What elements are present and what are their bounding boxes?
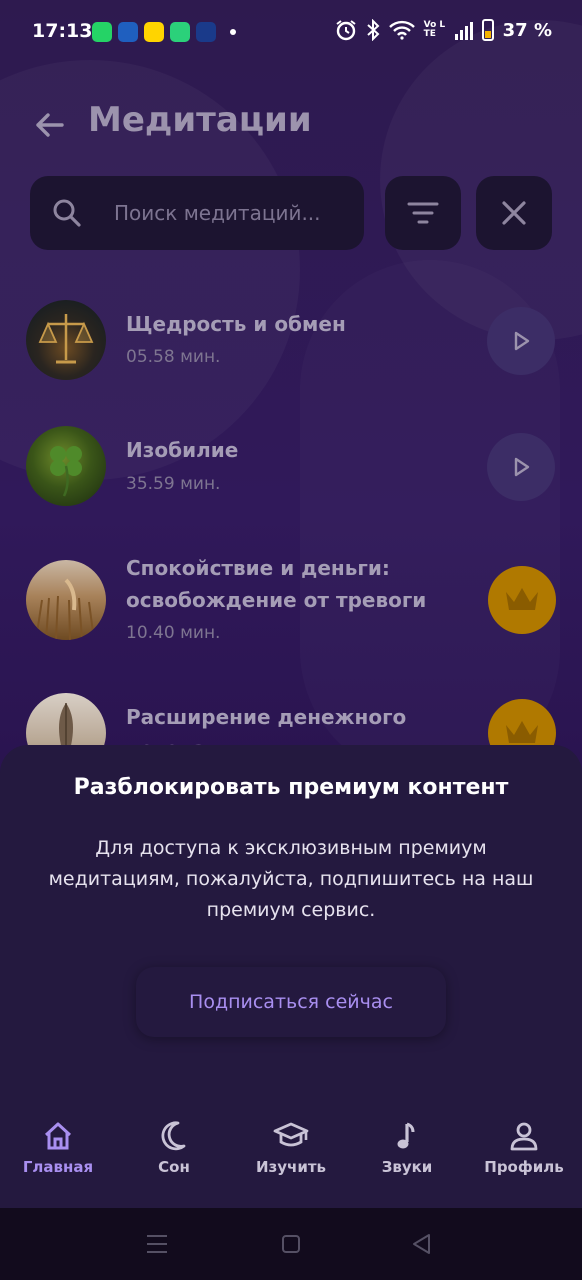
nav-label: Изучить: [255, 1158, 327, 1176]
nav-label: Сон: [158, 1158, 190, 1176]
more-notifications-icon: [230, 29, 236, 35]
premium-sheet-title: Разблокировать премиум контент: [73, 775, 509, 800]
crown-icon: [506, 588, 538, 610]
nav-item-profile[interactable]: Профиль: [469, 1120, 579, 1176]
home-square-icon[interactable]: [281, 1234, 301, 1254]
play-icon: [514, 331, 530, 351]
meditation-title: Изобилие: [126, 438, 239, 462]
premium-badge[interactable]: [488, 566, 556, 634]
clear-search-button[interactable]: [476, 176, 552, 250]
back-triangle-icon[interactable]: [411, 1233, 431, 1255]
menu-icon[interactable]: [146, 1234, 168, 1254]
music-note-icon: [397, 1122, 415, 1149]
scales-image: [38, 314, 94, 364]
meditation-thumbnail: [26, 300, 106, 380]
notification-icons: [92, 22, 236, 42]
meditation-duration: 05.58 мин.: [126, 347, 221, 367]
clover-image: [50, 446, 82, 497]
search-box[interactable]: [30, 176, 364, 250]
user-icon: [510, 1122, 538, 1151]
signal-icon: [454, 20, 473, 40]
whatsapp-icon: [92, 22, 112, 42]
graduation-cap-icon: [273, 1122, 309, 1147]
nav-item-sleep[interactable]: Сон: [119, 1120, 229, 1176]
meditation-duration: 10.40 мин.: [126, 623, 221, 643]
moon-icon: [161, 1121, 186, 1151]
app-notification-icon: [144, 22, 164, 42]
system-navigation-bar: [0, 1208, 582, 1280]
arrow-left-icon: [36, 113, 64, 137]
wifi-icon: [388, 20, 415, 40]
alarm-icon: [336, 20, 356, 41]
meditation-duration: 35.59 мин.: [126, 474, 221, 494]
status-bar: 17:13 Vo LTE 37 %: [0, 0, 582, 64]
premium-sheet-text: Для доступа к эксклюзивным премиум медит…: [48, 837, 534, 921]
subscribe-button[interactable]: Подписаться сейчас: [136, 967, 446, 1037]
app-notification-icon: [118, 22, 138, 42]
volte-indicator: Vo LTE: [423, 20, 446, 39]
nav-label: Главная: [22, 1158, 94, 1176]
crown-icon: [506, 721, 538, 743]
close-icon: [502, 201, 526, 225]
bluetooth-icon: [366, 19, 380, 41]
app-notification-icon: [196, 22, 216, 42]
filter-icon: [407, 202, 439, 224]
nav-label: Профиль: [484, 1158, 564, 1176]
nav-item-learn[interactable]: Изучить: [236, 1120, 346, 1176]
meditation-title: Спокойствие и деньги: освобождение от тр…: [126, 556, 427, 612]
play-icon: [514, 457, 530, 477]
meditation-thumbnail: [26, 426, 106, 506]
play-button[interactable]: [487, 433, 555, 501]
status-time: 17:13: [32, 20, 93, 42]
play-button[interactable]: [487, 307, 555, 375]
home-icon: [44, 1122, 72, 1150]
status-right: Vo LTE 37 %: [335, 19, 552, 41]
nav-item-sounds[interactable]: Звуки: [352, 1120, 462, 1176]
back-button[interactable]: [30, 105, 70, 145]
nav-item-home[interactable]: Главная: [3, 1120, 113, 1176]
wheat-field-image: [35, 578, 95, 640]
meditation-thumbnail: [26, 560, 106, 640]
search-icon: [53, 199, 81, 227]
battery-icon: [481, 19, 494, 41]
page-title: Медитации: [88, 100, 312, 140]
search-input[interactable]: [112, 192, 356, 234]
app-notification-icon: [170, 22, 190, 42]
meditation-title: Щедрость и обмен: [126, 312, 346, 336]
filter-button[interactable]: [385, 176, 461, 250]
nav-label: Звуки: [381, 1158, 433, 1176]
battery-percent: 37 %: [502, 19, 552, 41]
bottom-navigation: Главная Сон Изучить Звуки Профиль: [0, 1110, 582, 1208]
